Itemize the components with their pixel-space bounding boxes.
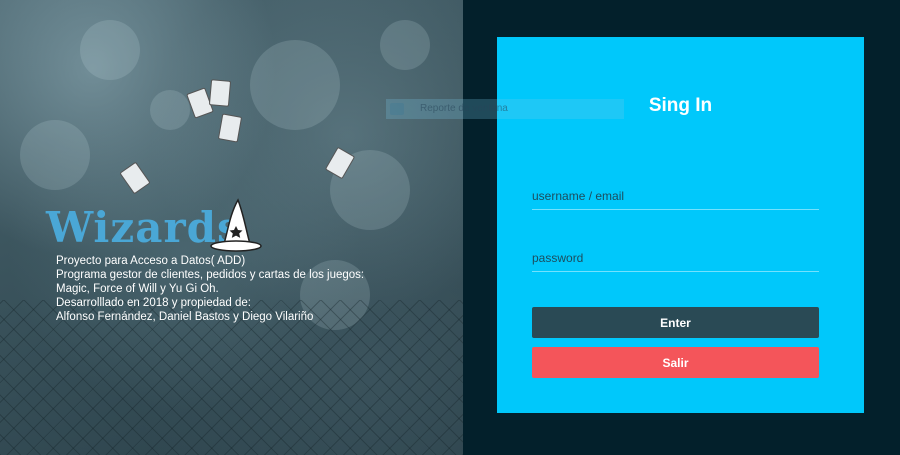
wizard-hat-icon [210,198,262,252]
description-line: Programa gestor de clientes, pedidos y c… [56,269,365,281]
description-line: Alfonso Fernández, Daniel Bastos y Diego… [56,311,314,323]
window-icon [390,103,404,115]
description-line: Proyecto para Acceso a Datos( ADD) [56,255,246,267]
enter-button[interactable]: Enter [532,307,819,338]
card-decoration [119,161,151,195]
username-input[interactable] [532,183,819,210]
description-line: Desarrolllado en 2018 y propiedad de: [56,297,251,309]
card-decoration [208,79,232,107]
description-line: Magic, Force of Will y Yu Gi Oh. [56,283,219,295]
exit-button[interactable]: Salir [532,347,819,378]
card-decoration [217,113,243,143]
ghost-window-overlay: Reporte de ventana [386,99,624,119]
password-input[interactable] [532,245,819,272]
project-description: Proyecto para Acceso a Datos( ADD) Progr… [56,254,456,324]
ghost-window-label: Reporte de ventana [420,103,508,114]
login-panel: Sing In Enter Salir [497,37,864,413]
